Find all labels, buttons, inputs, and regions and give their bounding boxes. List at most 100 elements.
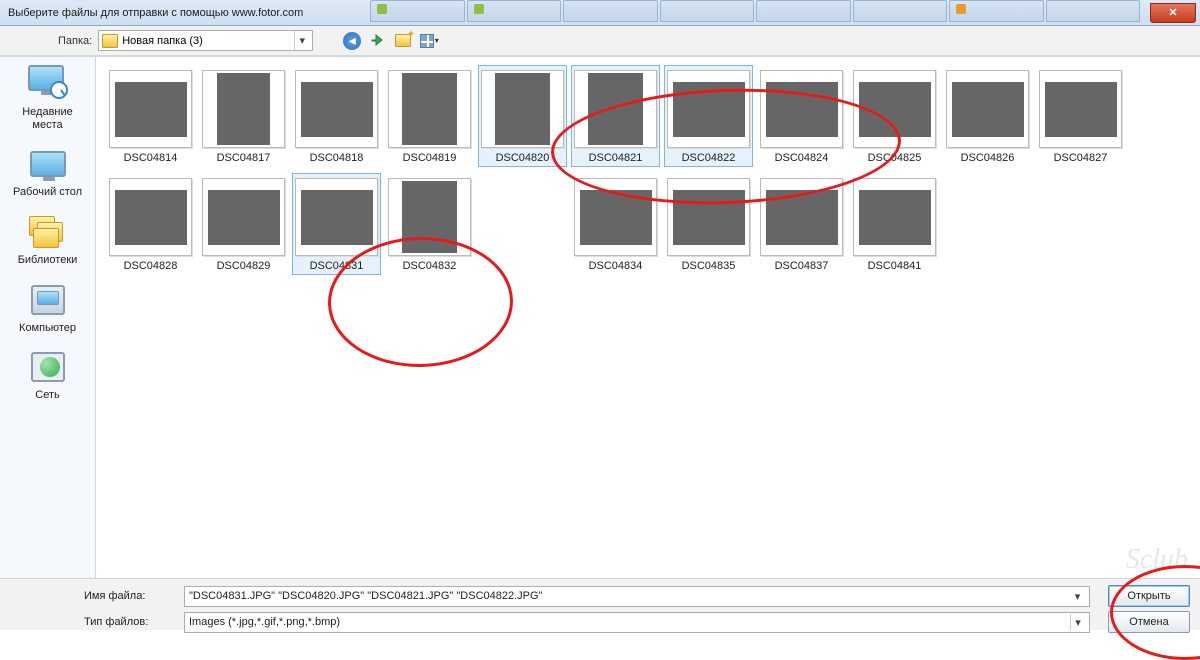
bg-tab [756,0,851,22]
thumbnail-frame [295,70,378,148]
bg-tab [660,0,755,22]
filetype-combo[interactable]: Images (*.jpg,*.gif,*.png,*.bmp) ▾ [184,612,1090,633]
file-thumb[interactable]: DSC04824 [757,65,846,167]
thumbnail-image [588,73,643,145]
thumbnail-frame [295,178,378,256]
thumbnail-frame [202,70,285,148]
new-folder-button[interactable]: ✦ [393,31,413,51]
thumbnail-image [115,82,187,137]
thumbnail-image [1045,82,1117,137]
file-thumb[interactable]: DSC04837 [757,173,846,275]
place-network[interactable]: Сеть [8,348,88,402]
file-name: DSC04824 [759,152,844,164]
file-thumb[interactable]: DSC04835 [664,173,753,275]
open-button[interactable]: Открыть [1108,585,1190,607]
thumbnail-image [208,190,280,245]
thumbnail-frame [667,178,750,256]
folder-name: Новая папка (3) [122,35,203,47]
file-thumb[interactable]: DSC04831 [292,173,381,275]
filename-input[interactable]: "DSC04831.JPG" "DSC04820.JPG" "DSC04821.… [184,586,1090,607]
thumbnail-frame [388,70,471,148]
up-button[interactable] [367,31,387,51]
thumbnail-image [402,181,457,253]
file-name: DSC04831 [294,260,379,272]
thumbnail-image [115,190,187,245]
file-thumb[interactable]: DSC04828 [106,173,195,275]
thumbnail-frame [667,70,750,148]
file-thumb[interactable]: DSC04821 [571,65,660,167]
bg-tab [1046,0,1141,22]
bg-tab [370,0,465,22]
file-thumb[interactable]: DSC04841 [850,173,939,275]
dropdown-icon: ▾ [294,31,309,50]
thumbnail-image [402,73,457,145]
file-list[interactable]: DSC04814 DSC04817 DSC04818 DSC04819 DSC04820… [96,57,1200,578]
file-thumb[interactable]: DSC04834 [571,173,660,275]
file-thumb[interactable]: DSC04829 [199,173,288,275]
file-name: DSC04837 [759,260,844,272]
file-name: DSC04818 [294,152,379,164]
thumbnail-image [859,82,931,137]
thumbnail-image [859,190,931,245]
file-thumb[interactable]: DSC04832 [385,173,474,275]
thumbnail-frame [109,70,192,148]
place-recent[interactable]: Недавние места [8,65,88,131]
file-name: DSC04814 [108,152,193,164]
folder-label: Папка: [58,35,92,47]
file-name: DSC04832 [387,260,472,272]
thumbnail-image [580,190,652,245]
thumbnail-image [301,82,373,137]
thumbnail-frame [853,70,936,148]
file-thumb[interactable]: DSC04822 [664,65,753,167]
file-thumb[interactable]: DSC04817 [199,65,288,167]
file-name: DSC04826 [945,152,1030,164]
thumbnail-frame [760,70,843,148]
thumbnail-frame [202,178,285,256]
file-name: DSC04835 [666,260,751,272]
file-thumb[interactable]: DSC04826 [943,65,1032,167]
back-button[interactable]: ◂ [343,32,361,50]
file-thumb[interactable]: DSC04819 [385,65,474,167]
file-name: DSC04834 [573,260,658,272]
file-name: DSC04822 [666,152,751,164]
thumbnail-frame [574,178,657,256]
file-name: DSC04820 [480,152,565,164]
file-name: DSC04821 [573,152,658,164]
thumbnail-frame [760,178,843,256]
thumbnail-frame [853,178,936,256]
file-name: DSC04828 [108,260,193,272]
file-thumb[interactable]: DSC04825 [850,65,939,167]
file-thumb[interactable]: DSC04818 [292,65,381,167]
filename-label: Имя файла: [84,590,176,602]
thumbnail-frame [481,70,564,148]
file-name: DSC04829 [201,260,286,272]
thumbnail-frame [574,70,657,148]
file-thumb[interactable]: DSC04820 [478,65,567,167]
thumbnail-frame [946,70,1029,148]
place-libraries[interactable]: Библиотеки [8,213,88,267]
title-bar: Выберите файлы для отправки с помощью ww… [0,0,1200,26]
file-name: DSC04841 [852,260,937,272]
folder-combo[interactable]: Новая папка (3) ▾ [98,30,313,51]
bg-tab [853,0,948,22]
thumbnail-image [766,190,838,245]
file-thumb[interactable]: DSC04814 [106,65,195,167]
thumbnail-image [217,73,270,145]
bg-tab [563,0,658,22]
main-area: Недавние места Рабочий стол Библиотеки К… [0,56,1200,578]
thumbnail-image [952,82,1024,137]
folder-icon [102,34,118,48]
file-name: DSC04825 [852,152,937,164]
file-name: DSC04817 [201,152,286,164]
thumbnail-image [301,190,373,245]
bg-tab [949,0,1044,22]
close-button[interactable]: ✕ [1150,3,1196,23]
bottom-bar: Имя файла: "DSC04831.JPG" "DSC04820.JPG"… [0,578,1200,630]
thumbnail-frame [109,178,192,256]
view-menu-button[interactable]: ▾ [419,31,439,51]
place-desktop[interactable]: Рабочий стол [8,145,88,199]
thumbnail-frame [1039,70,1122,148]
place-computer[interactable]: Компьютер [8,281,88,335]
file-thumb[interactable]: DSC04827 [1036,65,1125,167]
toolbar: Папка: Новая папка (3) ▾ ◂ ✦ ▾ [0,26,1200,56]
